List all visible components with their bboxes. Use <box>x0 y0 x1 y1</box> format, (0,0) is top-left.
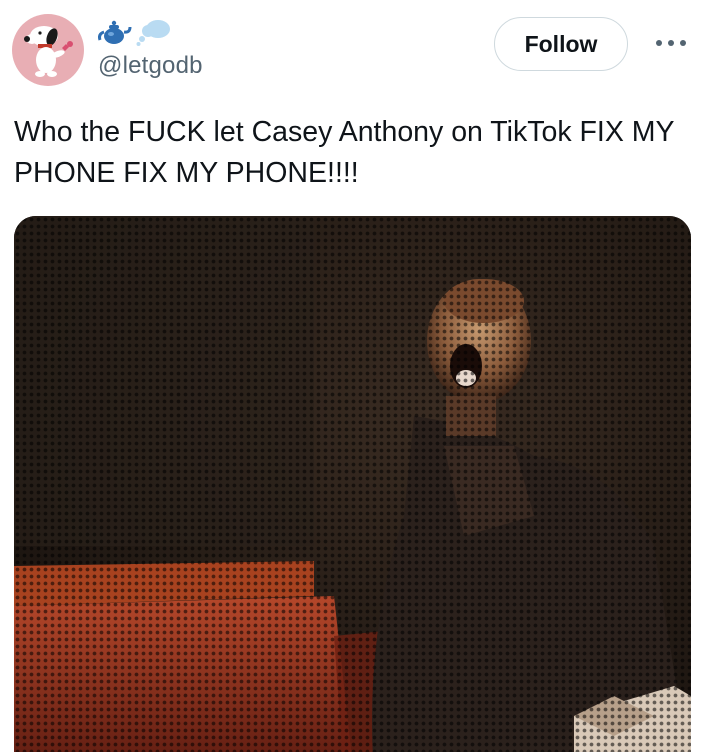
tweet-text: Who the FUCK let Casey Anthony on TikTok… <box>14 116 674 189</box>
display-name[interactable] <box>98 16 172 48</box>
thought-balloon-emoji-icon <box>136 20 170 46</box>
snoopy-avatar-icon <box>24 26 73 77</box>
teapot-emoji-icon <box>98 20 132 44</box>
tweet-card: @letgodb Follow Who the FUCK let Casey A… <box>0 0 702 752</box>
user-handle[interactable]: @letgodb <box>98 52 203 80</box>
tweet-media[interactable] <box>14 216 691 752</box>
avatar[interactable] <box>12 14 84 86</box>
more-options-button[interactable] <box>650 28 692 58</box>
media-image <box>14 216 691 752</box>
follow-button[interactable]: Follow <box>494 17 628 71</box>
more-dots-icon <box>656 40 686 46</box>
